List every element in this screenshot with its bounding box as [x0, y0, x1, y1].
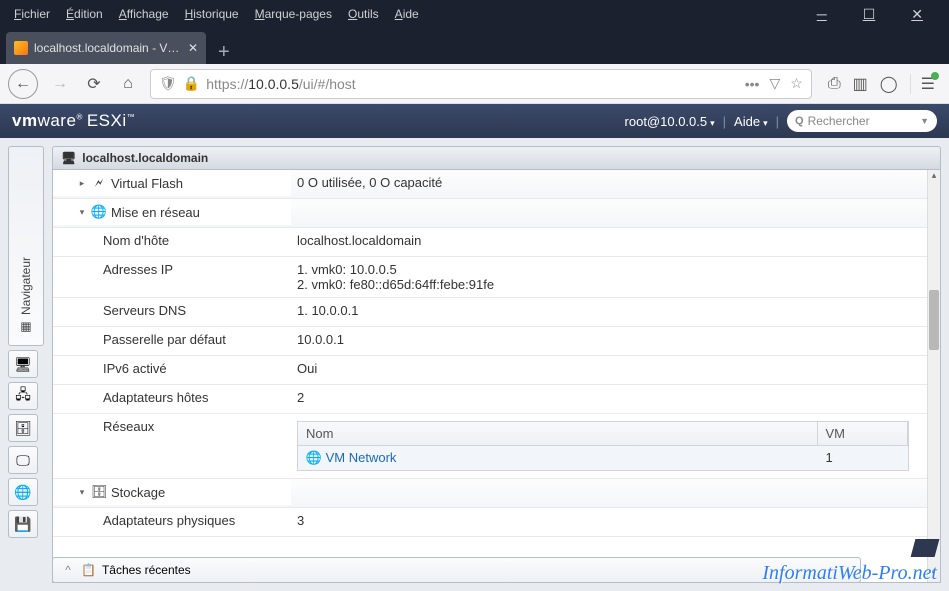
menu-help[interactable]: Aide	[387, 3, 427, 25]
sidebar-icon-vm[interactable]: 🖧	[8, 382, 38, 410]
window-close-icon[interactable]: ✕	[903, 2, 931, 27]
sidebar-icon-datastore[interactable]: 💾	[8, 510, 38, 538]
flash-icon: 🗲	[91, 175, 107, 191]
chevron-down-icon: ▼	[920, 116, 929, 126]
col-name: Nom	[298, 422, 818, 445]
window-minimize-icon[interactable]: ─	[809, 2, 835, 27]
lock-warning-icon: 🔒	[183, 75, 200, 92]
vm-network-link[interactable]: VM Network	[326, 450, 397, 465]
row-virtual-flash: ▸ 🗲 Virtual Flash 0 O utilisée, 0 O capa…	[53, 170, 927, 199]
collapse-icon[interactable]: ▾	[77, 207, 87, 218]
search-icon: Q	[795, 115, 804, 127]
menu-tools[interactable]: Outils	[340, 3, 387, 25]
help-menu[interactable]: Aide	[734, 114, 768, 129]
vmware-logo: vmware®ESXi™	[12, 111, 135, 131]
tab-close-icon[interactable]: ✕	[188, 41, 198, 55]
scrollbar-thumb[interactable]	[929, 290, 939, 350]
tasks-icon: 📋	[81, 563, 96, 577]
networks-table: Nom VM 🌐 VM Network 1	[297, 421, 909, 471]
content-header: 🖥 localhost.localdomain	[52, 146, 941, 170]
menu-file[interactable]: Fichier	[6, 3, 58, 25]
back-button[interactable]: ←	[8, 69, 38, 99]
content-body: ▸ 🗲 Virtual Flash 0 O utilisée, 0 O capa…	[52, 170, 941, 583]
col-vm: VM	[818, 422, 908, 445]
watermark-laptop-icon	[911, 539, 940, 557]
firefox-tabbar: localhost.localdomain - VMwa ✕ +	[0, 28, 949, 64]
row-gateway: Passerelle par défaut 10.0.0.1	[53, 327, 927, 356]
row-dns: Serveurs DNS 1. 10.0.0.1	[53, 298, 927, 327]
page-actions-icon[interactable]: •••	[745, 76, 760, 92]
row-host-adapters: Adaptateurs hôtes 2	[53, 385, 927, 414]
forward-button: →	[48, 72, 72, 96]
library-icon[interactable]: ⎙	[828, 75, 841, 93]
navigator-icon: ▦	[19, 321, 33, 335]
tab-title: localhost.localdomain - VMwa	[34, 41, 182, 55]
sidebar: ▦ Navigateur 🖥 🖧 🗄 🖵 🌐 💾	[8, 146, 44, 583]
hamburger-menu-icon[interactable]: ☰	[910, 74, 935, 94]
watermark: InformatiWeb-Pro.net	[762, 562, 937, 585]
tab-esxi[interactable]: localhost.localdomain - VMwa ✕	[6, 32, 206, 64]
user-menu[interactable]: root@10.0.0.5	[625, 114, 715, 129]
address-bar[interactable]: 🛡 🔒 https://10.0.0.5/ui/#/host ••• ▽ ☆	[150, 69, 812, 99]
table-row[interactable]: 🌐 VM Network 1	[298, 446, 908, 470]
row-ip-addresses: Adresses IP 1. vmk0: 10.0.0.5 2. vmk0: f…	[53, 257, 927, 298]
row-storage: ▾ 🗄 Stockage	[53, 479, 927, 508]
expand-icon[interactable]: ▸	[77, 178, 87, 189]
chevron-up-icon: ^	[61, 563, 75, 577]
storage-icon: 🗄	[91, 484, 107, 500]
menu-bookmarks[interactable]: Marque-pages	[247, 3, 340, 25]
favicon-icon	[14, 41, 28, 55]
scroll-up-icon[interactable]: ▴	[928, 170, 940, 184]
row-ipv6: IPv6 activé Oui	[53, 356, 927, 385]
collapse-icon[interactable]: ▾	[77, 487, 87, 498]
page-title: localhost.localdomain	[82, 151, 208, 165]
sidebar-icon-network[interactable]: 🌐	[8, 478, 38, 506]
firefox-menubar: Fichier Édition Affichage Historique Mar…	[0, 0, 949, 28]
search-input[interactable]: Q Rechercher ▼	[787, 110, 937, 132]
tracking-icon[interactable]: ▽	[769, 75, 780, 92]
network-icon: 🌐	[306, 450, 322, 466]
menu-edit[interactable]: Édition	[58, 3, 111, 25]
firefox-navbar: ← → ⟳ ⌂ 🛡 🔒 https://10.0.0.5/ui/#/host •…	[0, 64, 949, 104]
menu-history[interactable]: Historique	[177, 3, 247, 25]
sidebar-icon-storage[interactable]: 🗄	[8, 414, 38, 442]
url-text: https://10.0.0.5/ui/#/host	[206, 76, 739, 92]
sidebar-icon[interactable]: ▥	[853, 74, 868, 94]
sidebar-icon-host[interactable]: 🖥	[8, 350, 38, 378]
new-tab-button[interactable]: +	[206, 41, 242, 64]
bookmark-star-icon[interactable]: ☆	[790, 75, 803, 92]
account-icon[interactable]: ◯	[880, 74, 898, 94]
row-physical-adapters: Adaptateurs physiques 3	[53, 508, 927, 537]
home-button[interactable]: ⌂	[116, 72, 140, 96]
reload-button[interactable]: ⟳	[82, 72, 106, 96]
esxi-body: ▦ Navigateur 🖥 🖧 🗄 🖵 🌐 💾 🖥 localhost.loc…	[0, 138, 949, 591]
scrollbar[interactable]: ▴ ▾	[927, 170, 940, 582]
recent-tasks-bar[interactable]: ^ 📋 Tâches récentes	[52, 557, 861, 583]
network-icon: 🌐	[91, 204, 107, 220]
sidebar-icon-monitor[interactable]: 🖵	[8, 446, 38, 474]
row-hostname: Nom d'hôte localhost.localdomain	[53, 228, 927, 257]
row-networking: ▾ 🌐 Mise en réseau	[53, 199, 927, 228]
shield-icon: 🛡	[159, 75, 177, 92]
menu-view[interactable]: Affichage	[111, 3, 177, 25]
content-panel: 🖥 localhost.localdomain ▸ 🗲 Virtual Flas…	[52, 146, 941, 583]
esxi-header: vmware®ESXi™ root@10.0.0.5 | Aide | Q Re…	[0, 104, 949, 138]
row-networks: Réseaux Nom VM 🌐 VM Network	[53, 414, 927, 479]
window-maximize-icon[interactable]: ☐	[855, 2, 884, 27]
host-icon: 🖥	[61, 151, 76, 165]
navigator-tab[interactable]: ▦ Navigateur	[8, 146, 44, 346]
